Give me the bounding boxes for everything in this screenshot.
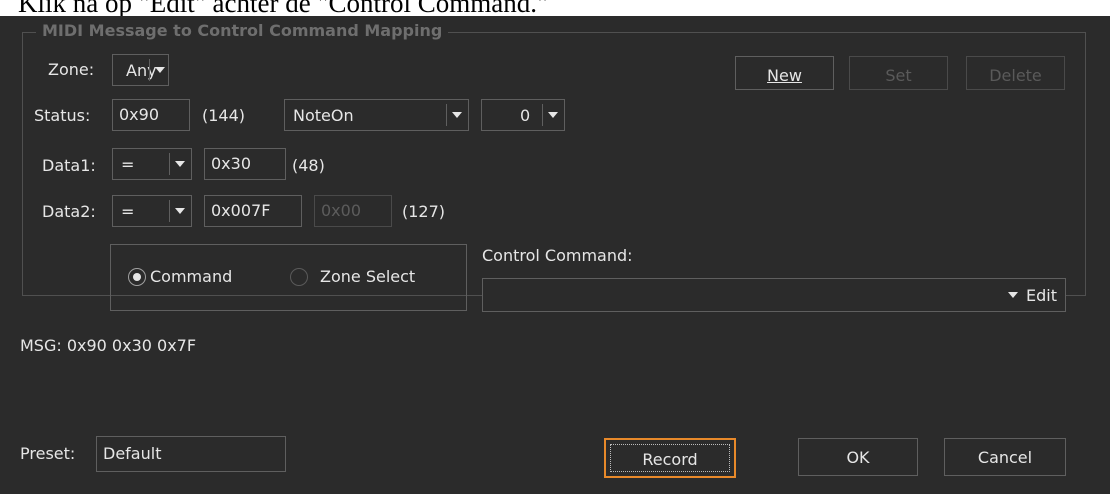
chevron-down-icon (452, 112, 462, 118)
chevron-down-icon (548, 112, 558, 118)
midi-mapping-dialog: MIDI Message to Control Command Mapping … (0, 16, 1110, 494)
control-command-dropdown[interactable] (482, 278, 1066, 312)
preset-label: Preset: (20, 444, 76, 463)
data2-operator-dropdown[interactable]: = (112, 195, 192, 227)
zone-dropdown[interactable]: Any (112, 54, 169, 86)
record-button[interactable]: Record (604, 438, 736, 478)
data1-hex-input[interactable]: 0x30 (204, 148, 286, 180)
data1-operator-dropdown[interactable]: = (112, 148, 192, 180)
chevron-down-icon (1008, 292, 1018, 298)
channel-value: 0 (520, 106, 531, 125)
status-type-value: NoteOn (293, 106, 354, 125)
data2-dec-value: (127) (402, 202, 446, 221)
zone-select-radio-label[interactable]: Zone Select (320, 267, 415, 287)
zone-select-radio[interactable] (290, 268, 308, 286)
chevron-down-icon (175, 208, 185, 214)
new-button[interactable]: New (735, 56, 834, 90)
data2-hex-input[interactable]: 0x007F (204, 195, 302, 227)
set-button[interactable]: Set (849, 56, 948, 90)
data1-dec-value: (48) (292, 156, 325, 175)
data2-label: Data2: (42, 202, 96, 221)
status-hex-input[interactable]: 0x90 (112, 99, 190, 131)
zone-label: Zone: (48, 60, 95, 79)
channel-dropdown[interactable]: 0 (481, 99, 565, 131)
control-command-label: Control Command: (482, 246, 633, 265)
data2-hex2-input[interactable]: 0x00 (314, 195, 392, 227)
delete-button[interactable]: Delete (966, 56, 1065, 90)
chevron-down-icon (175, 161, 185, 167)
data2-operator-value: = (121, 202, 135, 221)
command-radio-label[interactable]: Command (150, 267, 232, 287)
group-title: MIDI Message to Control Command Mapping (36, 21, 449, 41)
status-type-dropdown[interactable]: NoteOn (284, 99, 469, 131)
preset-input[interactable]: Default (96, 436, 286, 472)
message-readout: MSG: 0x90 0x30 0x7F (20, 336, 197, 355)
edit-button[interactable]: Edit (1019, 280, 1064, 310)
chevron-down-icon (155, 67, 165, 73)
data1-operator-value: = (121, 155, 135, 174)
data1-label: Data1: (42, 156, 96, 175)
ok-button[interactable]: OK (798, 438, 918, 476)
status-dec-value: (144) (202, 106, 246, 125)
command-radio[interactable] (128, 268, 146, 286)
status-label: Status: (34, 106, 91, 125)
cancel-button[interactable]: Cancel (944, 438, 1066, 476)
zone-value: Any (126, 61, 157, 80)
